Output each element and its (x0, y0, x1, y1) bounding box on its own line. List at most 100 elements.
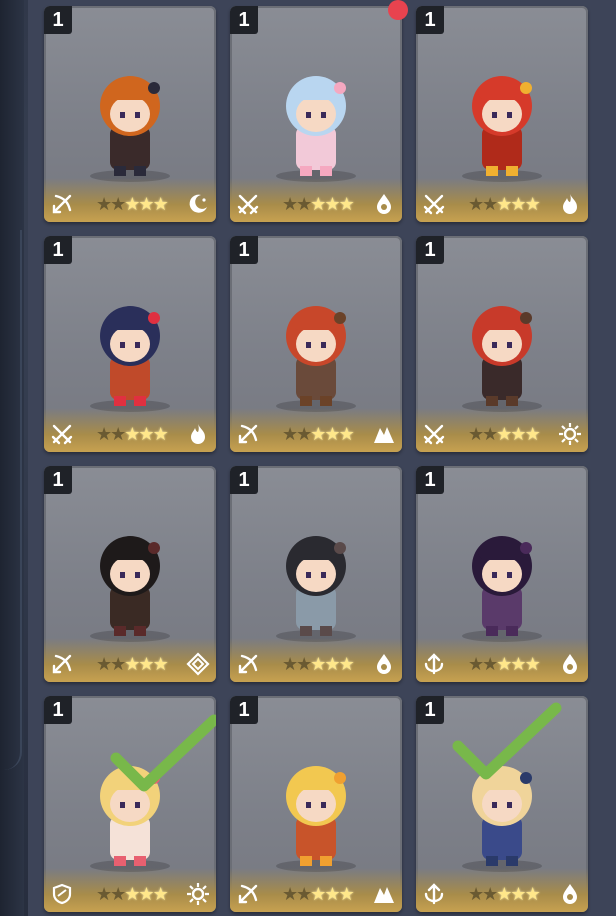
hero-grid: 1 ★ ★ ★ ★ ★ 1 ★ ★ ★ ★ ★ 1 ★ ★ ★ ★ ★ 1 ★ ★ ★ ★ ★ 1 ★ ★ ★ ★ ★ 1 ★ ★ ★ ★ ★ 1 ★ ★ ★… (44, 6, 596, 916)
level-badge: 1 (230, 236, 258, 264)
star-icon: ★ (310, 884, 326, 904)
star-icon: ★ (138, 194, 154, 214)
hero-card[interactable]: 1 ★ ★ ★ ★ ★ (44, 696, 216, 912)
star-icon: ★ (324, 194, 340, 214)
star-icon: ★ (496, 194, 512, 214)
shield-icon (50, 882, 74, 906)
star-icon: ★ (524, 424, 541, 444)
star-icon: ★ (524, 654, 541, 674)
star-rating: ★ ★ ★ ★ ★ (468, 424, 541, 444)
star-icon: ★ (482, 194, 498, 214)
hero-card[interactable]: 1 ★ ★ ★ ★ ★ (44, 6, 216, 222)
side-panel-edge (0, 0, 24, 916)
light-icon (558, 422, 582, 446)
star-icon: ★ (468, 194, 484, 214)
checkmark-icon (110, 714, 216, 799)
star-rating: ★ ★ ★ ★ ★ (468, 194, 541, 214)
star-rating: ★ ★ ★ ★ ★ (96, 424, 169, 444)
star-icon: ★ (282, 884, 298, 904)
support-icon (422, 882, 446, 906)
star-icon: ★ (482, 424, 498, 444)
fire-icon (186, 422, 210, 446)
level-badge: 1 (44, 696, 72, 724)
star-icon: ★ (482, 654, 498, 674)
swords-icon (236, 192, 260, 216)
hero-card[interactable]: 1 ★ ★ ★ ★ ★ (416, 6, 588, 222)
star-rating: ★ ★ ★ ★ ★ (468, 654, 541, 674)
star-icon: ★ (152, 194, 169, 214)
notification-dot (388, 0, 408, 20)
hero-card[interactable]: 1 ★ ★ ★ ★ ★ (416, 466, 588, 682)
hero-card[interactable]: 1 ★ ★ ★ ★ ★ (230, 236, 402, 452)
light-icon (186, 882, 210, 906)
hero-card[interactable]: 1 ★ ★ ★ ★ ★ (416, 236, 588, 452)
wind-icon (186, 652, 210, 676)
swords-icon (422, 192, 446, 216)
level-badge: 1 (416, 6, 444, 34)
star-icon: ★ (296, 654, 312, 674)
star-icon: ★ (468, 654, 484, 674)
star-rating: ★ ★ ★ ★ ★ (468, 884, 541, 904)
level-badge: 1 (44, 236, 72, 264)
star-icon: ★ (152, 654, 169, 674)
star-icon: ★ (110, 424, 126, 444)
swords-icon (422, 422, 446, 446)
hero-card[interactable]: 1 ★ ★ ★ ★ ★ (44, 236, 216, 452)
moon-icon (186, 192, 210, 216)
star-icon: ★ (510, 884, 526, 904)
star-icon: ★ (96, 424, 112, 444)
star-icon: ★ (338, 194, 355, 214)
star-icon: ★ (124, 654, 140, 674)
star-icon: ★ (282, 654, 298, 674)
star-icon: ★ (138, 424, 154, 444)
star-icon: ★ (524, 884, 541, 904)
level-badge: 1 (230, 696, 258, 724)
star-icon: ★ (110, 654, 126, 674)
water-icon (372, 652, 396, 676)
fire-icon (558, 192, 582, 216)
star-icon: ★ (110, 884, 126, 904)
star-rating: ★ ★ ★ ★ ★ (96, 194, 169, 214)
star-icon: ★ (496, 654, 512, 674)
earth-icon (372, 882, 396, 906)
level-badge: 1 (44, 466, 72, 494)
level-badge: 1 (416, 696, 444, 724)
star-icon: ★ (310, 194, 326, 214)
star-icon: ★ (282, 194, 298, 214)
level-badge: 1 (230, 466, 258, 494)
star-icon: ★ (296, 194, 312, 214)
star-icon: ★ (96, 194, 112, 214)
star-icon: ★ (324, 884, 340, 904)
star-icon: ★ (110, 194, 126, 214)
star-icon: ★ (496, 884, 512, 904)
star-icon: ★ (152, 884, 169, 904)
star-rating: ★ ★ ★ ★ ★ (282, 424, 355, 444)
hero-card[interactable]: 1 ★ ★ ★ ★ ★ (230, 466, 402, 682)
water-icon (372, 192, 396, 216)
hero-card[interactable]: 1 ★ ★ ★ ★ ★ (44, 466, 216, 682)
star-icon: ★ (324, 654, 340, 674)
star-rating: ★ ★ ★ ★ ★ (282, 654, 355, 674)
support-icon (422, 652, 446, 676)
level-badge: 1 (230, 6, 258, 34)
star-rating: ★ ★ ★ ★ ★ (96, 654, 169, 674)
archer-icon (50, 652, 74, 676)
hero-card[interactable]: 1 ★ ★ ★ ★ ★ (230, 696, 402, 912)
swords-icon (50, 422, 74, 446)
star-icon: ★ (310, 654, 326, 674)
water-icon (558, 652, 582, 676)
star-icon: ★ (282, 424, 298, 444)
star-icon: ★ (296, 884, 312, 904)
star-icon: ★ (482, 884, 498, 904)
star-icon: ★ (324, 424, 340, 444)
hero-card[interactable]: 1 ★ ★ ★ ★ ★ (416, 696, 588, 912)
star-icon: ★ (96, 884, 112, 904)
hero-card[interactable]: 1 ★ ★ ★ ★ ★ (230, 6, 402, 222)
star-rating: ★ ★ ★ ★ ★ (282, 884, 355, 904)
star-icon: ★ (138, 884, 154, 904)
star-icon: ★ (468, 424, 484, 444)
star-icon: ★ (510, 194, 526, 214)
earth-icon (372, 422, 396, 446)
star-icon: ★ (510, 654, 526, 674)
star-icon: ★ (496, 424, 512, 444)
